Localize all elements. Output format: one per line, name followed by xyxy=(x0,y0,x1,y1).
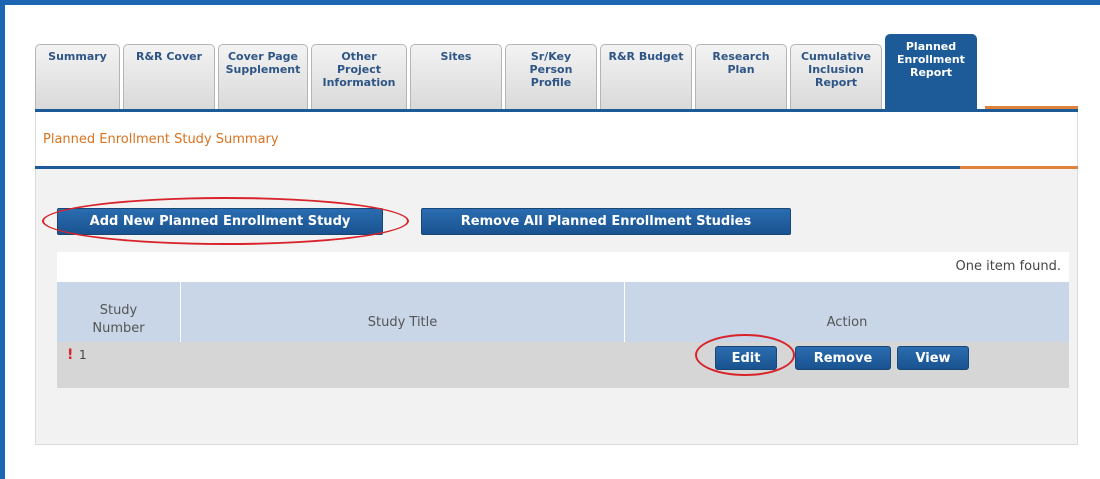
tab-cumulative-inclusion-report[interactable]: Cumulative Inclusion Report xyxy=(790,44,882,109)
edit-button[interactable]: Edit xyxy=(715,346,777,370)
frame-left-border xyxy=(0,0,5,479)
view-button[interactable]: View xyxy=(897,346,969,370)
tab-underline-accent xyxy=(985,106,1078,109)
tab-rr-cover[interactable]: R&R Cover xyxy=(123,44,215,109)
table-header: Study Number Study Title Action xyxy=(57,282,1069,342)
remove-all-studies-button[interactable]: Remove All Planned Enrollment Studies xyxy=(421,208,791,235)
page-frame: Summary R&R Cover Cover Page Supplement … xyxy=(0,0,1100,479)
tab-rr-budget[interactable]: R&R Budget xyxy=(600,44,692,109)
tab-summary[interactable]: Summary xyxy=(35,44,120,109)
result-count: One item found. xyxy=(955,259,1062,274)
frame-top-border xyxy=(0,0,1100,5)
tab-bar: Summary R&R Cover Cover Page Supplement … xyxy=(35,34,985,109)
result-count-bar: One item found. xyxy=(57,252,1069,282)
tab-research-plan[interactable]: Research Plan xyxy=(695,44,787,109)
column-header-action: Action xyxy=(826,315,868,330)
remove-button[interactable]: Remove xyxy=(795,346,891,370)
tab-sr-key-person-profile[interactable]: Sr/Key Person Profile xyxy=(505,44,597,109)
studies-table: Study Number Study Title Action ! 1 Edit… xyxy=(57,282,1069,388)
table-row: ! 1 Edit Remove View xyxy=(57,342,1069,388)
tab-other-project-information[interactable]: Other Project Information xyxy=(311,44,407,109)
warning-icon: ! xyxy=(67,347,74,363)
tab-planned-enrollment-report[interactable]: Planned Enrollment Report xyxy=(885,34,977,109)
column-header-study-title[interactable]: Study Title xyxy=(181,282,625,342)
study-panel: Add New Planned Enrollment Study Remove … xyxy=(35,169,1078,445)
add-study-button[interactable]: Add New Planned Enrollment Study xyxy=(57,208,383,235)
section-header: Planned Enrollment Study Summary xyxy=(35,112,1078,167)
tab-sites[interactable]: Sites xyxy=(410,44,502,109)
column-header-study-number[interactable]: Study Number xyxy=(57,282,181,342)
tab-cover-page-supplement[interactable]: Cover Page Supplement xyxy=(218,44,308,109)
study-number: 1 xyxy=(79,348,87,362)
section-title: Planned Enrollment Study Summary xyxy=(43,132,279,147)
